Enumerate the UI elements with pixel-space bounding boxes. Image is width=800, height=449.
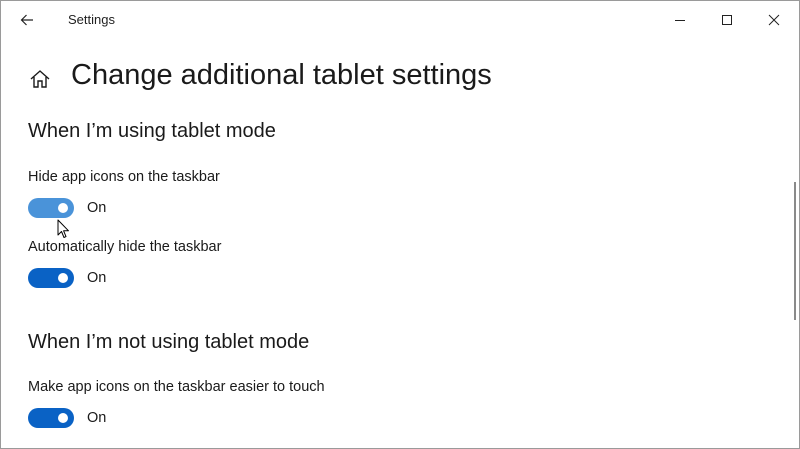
close-icon xyxy=(768,14,780,26)
page-title: Change additional tablet settings xyxy=(71,59,492,91)
setting-row-hide-app-icons: On xyxy=(28,197,106,219)
mouse-cursor-icon xyxy=(57,219,69,238)
setting-row-auto-hide-taskbar: On xyxy=(28,267,106,289)
maximize-button[interactable] xyxy=(704,1,750,39)
toggle-knob xyxy=(58,273,68,283)
toggle-knob xyxy=(58,413,68,423)
minimize-button[interactable] xyxy=(657,1,703,39)
section-title-tablet-mode: When I’m using tablet mode xyxy=(28,120,276,142)
scrollbar[interactable] xyxy=(794,182,796,320)
toggle-state-label: On xyxy=(87,410,107,426)
setting-label-hide-app-icons: Hide app icons on the taskbar xyxy=(28,169,220,185)
arrow-left-icon xyxy=(20,14,33,26)
settings-window: Settings Change additional tablet settin… xyxy=(0,0,800,449)
window-title: Settings xyxy=(68,12,115,27)
auto-hide-taskbar-toggle[interactable] xyxy=(28,268,74,288)
toggle-state-label: On xyxy=(87,200,107,216)
home-icon[interactable] xyxy=(29,68,51,90)
section-title-not-tablet-mode: When I’m not using tablet mode xyxy=(28,331,310,353)
hide-app-icons-toggle[interactable] xyxy=(28,198,74,218)
minimize-icon xyxy=(675,20,685,21)
title-bar: Settings xyxy=(1,1,799,39)
setting-row-easier-to-touch: On xyxy=(28,407,106,429)
toggle-state-label: On xyxy=(87,270,107,286)
toggle-knob xyxy=(58,203,68,213)
setting-label-auto-hide-taskbar: Automatically hide the taskbar xyxy=(28,239,222,255)
easier-to-touch-toggle[interactable] xyxy=(28,408,74,428)
close-button[interactable] xyxy=(751,1,797,39)
setting-label-easier-to-touch: Make app icons on the taskbar easier to … xyxy=(28,379,325,395)
maximize-icon xyxy=(722,15,732,25)
back-button[interactable] xyxy=(9,5,45,35)
